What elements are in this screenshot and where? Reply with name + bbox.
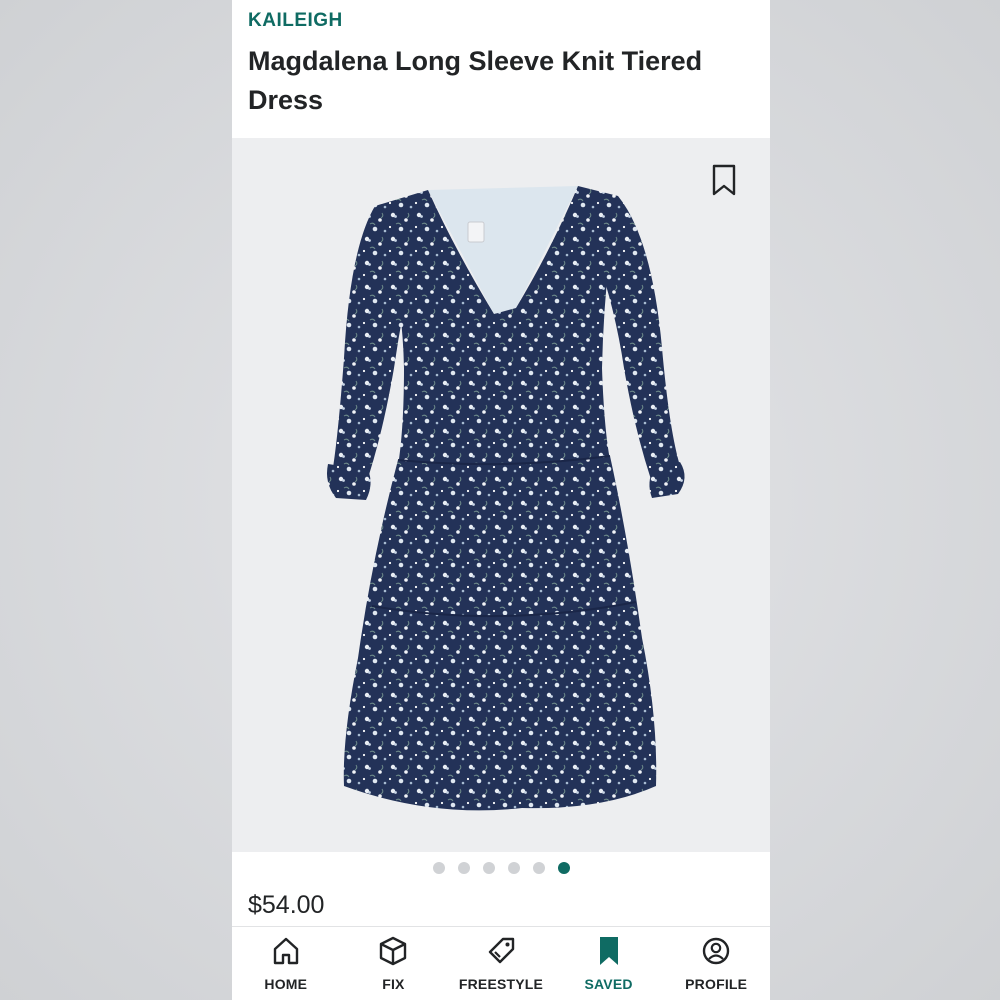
brand-name: KAILEIGH <box>248 10 343 31</box>
tab-fix-label: FIX <box>382 976 405 992</box>
carousel-dot[interactable] <box>482 862 495 874</box>
product-image[interactable] <box>232 138 770 852</box>
tab-profile[interactable]: PROFILE <box>662 927 770 1000</box>
tag-icon <box>488 937 515 964</box>
dress-illustration <box>327 186 685 811</box>
profile-icon <box>702 937 730 965</box>
carousel-dot[interactable] <box>532 862 545 874</box>
save-bookmark-icon[interactable] <box>712 164 736 196</box>
tab-profile-label: PROFILE <box>685 976 748 992</box>
tab-saved[interactable]: SAVED <box>555 927 663 1000</box>
bookmark-filled-icon <box>599 937 618 965</box>
carousel-dot-active[interactable] <box>557 862 570 874</box>
product-title: Magdalena Long Sleeve Knit Tiered Dress <box>248 46 703 115</box>
bottom-tab-bar: HOME FIX FREESTYLE SAVED PROFILE <box>232 926 770 1000</box>
carousel-indicator <box>232 862 770 878</box>
tab-freestyle[interactable]: FREESTYLE <box>447 927 555 1000</box>
carousel-dot[interactable] <box>507 862 520 874</box>
tab-saved-label: SAVED <box>584 976 633 992</box>
carousel-dot[interactable] <box>432 862 445 874</box>
tab-home[interactable]: HOME <box>232 927 340 1000</box>
box-icon <box>380 936 407 966</box>
product-price: $54.00 <box>248 891 325 919</box>
app-screen: KAILEIGH Magdalena Long Sleeve Knit Tier… <box>232 0 770 1000</box>
home-icon <box>273 937 298 965</box>
tab-fix[interactable]: FIX <box>340 927 448 1000</box>
tab-home-label: HOME <box>264 976 308 992</box>
tab-freestyle-label: FREESTYLE <box>458 976 544 992</box>
carousel-dot[interactable] <box>457 862 470 874</box>
